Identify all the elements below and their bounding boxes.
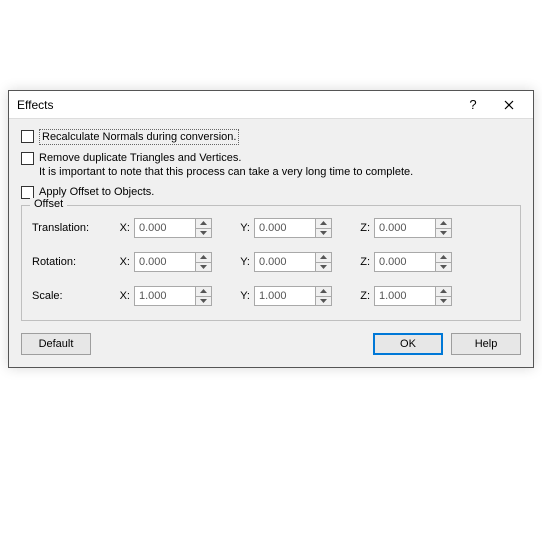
rotation-y-spinner	[254, 252, 332, 272]
axis-z-label: Z:	[354, 256, 370, 268]
close-icon	[504, 100, 514, 110]
axis-z-label: Z:	[354, 222, 370, 234]
offset-legend: Offset	[30, 198, 67, 210]
scale-label: Scale:	[32, 290, 114, 302]
help-button[interactable]: ?	[455, 92, 491, 118]
scale-row: Scale: X: Y: Z:	[32, 286, 510, 306]
apply-offset-row: Apply Offset to Objects.	[21, 185, 521, 199]
rotation-row: Rotation: X: Y: Z:	[32, 252, 510, 272]
translation-y-spinner	[254, 218, 332, 238]
chevron-down-icon	[440, 299, 447, 303]
chevron-up-icon	[440, 289, 447, 293]
spin-down-button[interactable]	[196, 228, 211, 238]
spin-down-button[interactable]	[196, 262, 211, 272]
recalculate-normals-checkbox[interactable]	[21, 130, 34, 143]
chevron-down-icon	[320, 231, 327, 235]
rotation-label: Rotation:	[32, 256, 114, 268]
chevron-down-icon	[200, 299, 207, 303]
spin-up-button[interactable]	[316, 219, 331, 228]
button-bar: Default OK Help	[21, 333, 521, 355]
rotation-z-input[interactable]	[374, 252, 436, 272]
chevron-down-icon	[320, 265, 327, 269]
spin-down-button[interactable]	[436, 262, 451, 272]
spin-down-button[interactable]	[196, 296, 211, 306]
apply-offset-label: Apply Offset to Objects.	[39, 185, 154, 199]
translation-y-input[interactable]	[254, 218, 316, 238]
axis-x-label: X:	[114, 290, 130, 302]
chevron-down-icon	[320, 299, 327, 303]
window-title: Effects	[17, 98, 455, 112]
translation-z-spinner	[374, 218, 452, 238]
translation-x-input[interactable]	[134, 218, 196, 238]
ok-button-label: OK	[400, 338, 416, 350]
scale-z-spinner	[374, 286, 452, 306]
scale-z-input[interactable]	[374, 286, 436, 306]
spin-down-button[interactable]	[316, 296, 331, 306]
translation-x-spinner	[134, 218, 212, 238]
rotation-z-spinner	[374, 252, 452, 272]
spin-up-button[interactable]	[436, 219, 451, 228]
help-dialog-button[interactable]: Help	[451, 333, 521, 355]
spin-up-button[interactable]	[316, 287, 331, 296]
chevron-up-icon	[200, 255, 207, 259]
spin-up-button[interactable]	[316, 253, 331, 262]
axis-y-label: Y:	[234, 256, 250, 268]
chevron-up-icon	[320, 255, 327, 259]
remove-duplicates-label: Remove duplicate Triangles and Vertices.…	[39, 151, 413, 179]
spin-up-button[interactable]	[436, 253, 451, 262]
offset-fieldset: Offset Translation: X: Y:	[21, 205, 521, 321]
chevron-up-icon	[440, 221, 447, 225]
translation-row: Translation: X: Y: Z:	[32, 218, 510, 238]
effects-dialog: Effects ? Recalculate Normals during con…	[8, 90, 534, 368]
remove-duplicates-label-line1: Remove duplicate Triangles and Vertices.	[39, 151, 413, 165]
translation-z-input[interactable]	[374, 218, 436, 238]
ok-button[interactable]: OK	[373, 333, 443, 355]
spin-down-button[interactable]	[436, 296, 451, 306]
scale-x-input[interactable]	[134, 286, 196, 306]
question-icon: ?	[469, 97, 476, 112]
chevron-up-icon	[320, 289, 327, 293]
chevron-up-icon	[320, 221, 327, 225]
default-button-label: Default	[39, 338, 74, 350]
remove-duplicates-label-line2: It is important to note that this proces…	[39, 165, 413, 179]
spin-up-button[interactable]	[196, 287, 211, 296]
remove-duplicates-row: Remove duplicate Triangles and Vertices.…	[21, 151, 521, 179]
axis-x-label: X:	[114, 256, 130, 268]
chevron-down-icon	[440, 265, 447, 269]
spin-down-button[interactable]	[436, 228, 451, 238]
spin-down-button[interactable]	[316, 228, 331, 238]
remove-duplicates-checkbox[interactable]	[21, 152, 34, 165]
rotation-x-input[interactable]	[134, 252, 196, 272]
recalculate-normals-row: Recalculate Normals during conversion.	[21, 129, 521, 145]
spin-up-button[interactable]	[196, 219, 211, 228]
translation-label: Translation:	[32, 222, 114, 234]
chevron-down-icon	[200, 231, 207, 235]
chevron-down-icon	[440, 231, 447, 235]
axis-z-label: Z:	[354, 290, 370, 302]
chevron-up-icon	[200, 289, 207, 293]
scale-x-spinner	[134, 286, 212, 306]
rotation-y-input[interactable]	[254, 252, 316, 272]
chevron-up-icon	[440, 255, 447, 259]
recalculate-normals-label: Recalculate Normals during conversion.	[39, 129, 239, 145]
titlebar: Effects ?	[9, 91, 533, 119]
spin-down-button[interactable]	[316, 262, 331, 272]
spin-up-button[interactable]	[196, 253, 211, 262]
close-button[interactable]	[491, 92, 527, 118]
rotation-x-spinner	[134, 252, 212, 272]
axis-x-label: X:	[114, 222, 130, 234]
axis-y-label: Y:	[234, 290, 250, 302]
default-button[interactable]: Default	[21, 333, 91, 355]
help-button-label: Help	[475, 338, 498, 350]
axis-y-label: Y:	[234, 222, 250, 234]
dialog-content: Recalculate Normals during conversion. R…	[9, 119, 533, 367]
chevron-up-icon	[200, 221, 207, 225]
scale-y-spinner	[254, 286, 332, 306]
scale-y-input[interactable]	[254, 286, 316, 306]
spin-up-button[interactable]	[436, 287, 451, 296]
chevron-down-icon	[200, 265, 207, 269]
